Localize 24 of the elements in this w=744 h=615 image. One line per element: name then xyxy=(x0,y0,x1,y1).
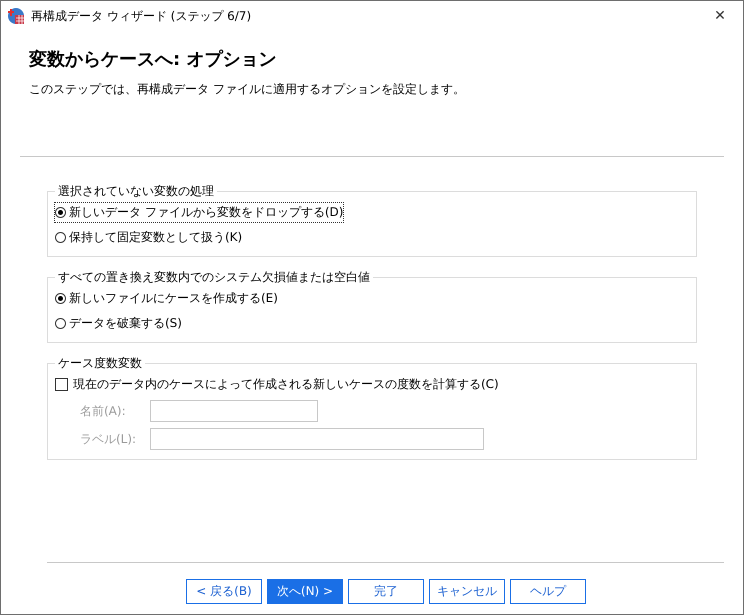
field-label: ラベル(L): xyxy=(80,430,138,448)
checkbox-option[interactable]: 現在のデータ内のケースによって作成される新しいケースの度数を計算する(C) xyxy=(54,374,500,395)
group-title: 選択されていない変数の処理 xyxy=(57,183,215,200)
group-title: ケース度数変数 xyxy=(57,355,143,372)
step-heading: 変数からケースへ: オプション xyxy=(29,48,278,71)
radio-button[interactable] xyxy=(55,232,66,243)
radio-button[interactable] xyxy=(55,318,66,329)
radio-button[interactable] xyxy=(55,293,66,304)
close-button[interactable]: ✕ xyxy=(697,1,743,31)
group-title: すべての置き換え変数内でのシステム欠損値または空白値 xyxy=(57,269,371,286)
app-icon xyxy=(7,7,25,25)
wizard-button[interactable]: < 戻る(B) xyxy=(186,579,262,604)
wizard-button[interactable]: キャンセル xyxy=(429,579,505,604)
radio-option[interactable]: 新しいファイルにケースを作成する(E) xyxy=(54,288,279,309)
step-description: このステップでは、再構成データ ファイルに適用するオプションを設定します。 xyxy=(29,81,466,98)
wizard-button[interactable]: 完了 xyxy=(348,579,424,604)
wizard-button[interactable]: 次へ(N) > xyxy=(267,579,343,604)
window-title: 再構成データ ウィザード (ステップ 6/7) xyxy=(31,8,252,24)
radio-option[interactable]: 新しいデータ ファイルから変数をドロップする(D) xyxy=(54,202,344,223)
radio-option[interactable]: データを破棄する(S) xyxy=(54,313,183,334)
wizard-button[interactable]: ヘルプ xyxy=(510,579,586,604)
radio-button[interactable] xyxy=(55,207,66,218)
radio-option[interactable]: 保持して固定変数として扱う(K) xyxy=(54,227,244,248)
field-label: 名前(A): xyxy=(80,402,127,420)
